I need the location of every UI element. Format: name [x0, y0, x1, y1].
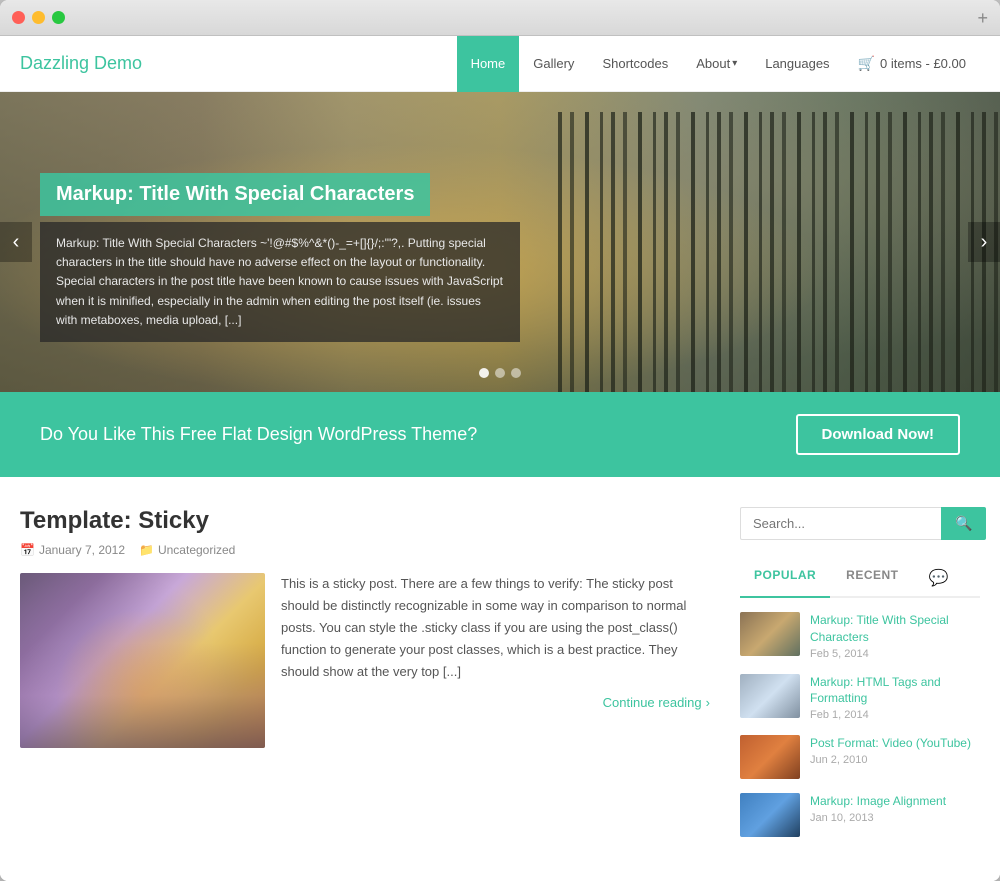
sidebar-popular-item: Post Format: Video (YouTube) Jun 2, 2010: [740, 735, 980, 779]
search-input[interactable]: [740, 507, 941, 540]
search-button[interactable]: 🔍: [941, 507, 986, 540]
browser-dots: [12, 11, 65, 24]
hero-text-box: Markup: Title With Special Characters ~'…: [40, 222, 520, 342]
new-tab-button[interactable]: +: [977, 9, 988, 27]
maximize-button-dot[interactable]: [52, 11, 65, 24]
sidebar-item-date: Feb 1, 2014: [810, 709, 980, 721]
sidebar-tabs: POPULAR RECENT 💬: [740, 560, 980, 598]
cta-banner: Do You Like This Free Flat Design WordPr…: [0, 392, 1000, 477]
slider-dot-1[interactable]: [479, 368, 489, 378]
sidebar-popular-item: Markup: Image Alignment Jan 10, 2013: [740, 793, 980, 837]
sidebar-popular-item: Markup: HTML Tags and Formatting Feb 1, …: [740, 674, 980, 722]
browser-window: + Dazzling Demo Home Gallery Shortcodes …: [0, 0, 1000, 881]
article-thumbnail: [20, 573, 265, 748]
popular-items-list: Markup: Title With Special Characters Fe…: [740, 612, 980, 837]
continue-reading-link[interactable]: Continue reading ›: [603, 695, 710, 710]
minimize-button-dot[interactable]: [32, 11, 45, 24]
sidebar-item-title[interactable]: Markup: HTML Tags and Formatting: [810, 674, 980, 708]
tab-comments[interactable]: 💬: [915, 560, 963, 596]
sidebar-item-date: Jun 2, 2010: [810, 754, 980, 766]
site-logo[interactable]: Dazzling Demo: [20, 53, 457, 74]
sidebar-popular-item: Markup: Title With Special Characters Fe…: [740, 612, 980, 660]
nav-item-gallery[interactable]: Gallery: [519, 36, 588, 92]
article-title: Template: Sticky: [20, 507, 710, 535]
hero-trees-decoration: [550, 112, 1000, 392]
sidebar: 🔍 POPULAR RECENT 💬 Markup: Title With Sp…: [740, 507, 980, 851]
sidebar-item-info: Markup: Title With Special Characters Fe…: [810, 612, 980, 660]
sidebar-item-title[interactable]: Markup: Image Alignment: [810, 793, 980, 810]
calendar-icon: 📅: [20, 543, 35, 557]
search-box: 🔍: [740, 507, 980, 540]
article-body: This is a sticky post. There are a few t…: [20, 573, 710, 748]
sidebar-item-info: Post Format: Video (YouTube) Jun 2, 2010: [810, 735, 980, 766]
hero-slider: Markup: Title With Special Characters Ma…: [0, 92, 1000, 392]
sidebar-item-title[interactable]: Post Format: Video (YouTube): [810, 735, 980, 752]
sidebar-item-title[interactable]: Markup: Title With Special Characters: [810, 612, 980, 646]
browser-titlebar: +: [0, 0, 1000, 36]
article-text: This is a sticky post. There are a few t…: [281, 573, 710, 748]
article-paragraph: This is a sticky post. There are a few t…: [281, 573, 710, 683]
nav-item-about[interactable]: About ▾: [682, 36, 751, 92]
content-left: Template: Sticky 📅 January 7, 2012 📁 Unc…: [20, 507, 710, 851]
cart-icon: 🛒: [858, 55, 875, 72]
site-header: Dazzling Demo Home Gallery Shortcodes Ab…: [0, 36, 1000, 92]
slider-dots: [479, 368, 521, 378]
sidebar-item-thumbnail: [740, 612, 800, 656]
slider-prev-button[interactable]: ‹: [0, 222, 32, 262]
nav-item-languages[interactable]: Languages: [751, 36, 843, 92]
article-category: 📁 Uncategorized: [139, 543, 235, 557]
article-date: 📅 January 7, 2012: [20, 543, 125, 557]
sidebar-item-thumbnail: [740, 793, 800, 837]
cta-text: Do You Like This Free Flat Design WordPr…: [40, 424, 477, 445]
sidebar-item-info: Markup: HTML Tags and Formatting Feb 1, …: [810, 674, 980, 722]
arrow-right-icon: ›: [706, 695, 710, 710]
hero-title-box: Markup: Title With Special Characters: [40, 173, 430, 216]
slider-dot-3[interactable]: [511, 368, 521, 378]
hero-text: Markup: Title With Special Characters ~'…: [56, 234, 504, 330]
cart-label: 0 items - £0.00: [880, 56, 966, 71]
sidebar-item-thumbnail: [740, 674, 800, 718]
sidebar-item-info: Markup: Image Alignment Jan 10, 2013: [810, 793, 980, 824]
download-now-button[interactable]: Download Now!: [796, 414, 961, 455]
slider-dot-2[interactable]: [495, 368, 505, 378]
folder-icon: 📁: [139, 543, 154, 557]
nav-item-home[interactable]: Home: [457, 36, 520, 92]
website-content: Dazzling Demo Home Gallery Shortcodes Ab…: [0, 36, 1000, 881]
hero-title: Markup: Title With Special Characters: [56, 183, 414, 206]
site-nav: Home Gallery Shortcodes About ▾ Language…: [457, 36, 980, 92]
close-button-dot[interactable]: [12, 11, 25, 24]
nav-cart[interactable]: 🛒 0 items - £0.00: [844, 55, 980, 72]
article-meta: 📅 January 7, 2012 📁 Uncategorized: [20, 543, 710, 557]
tab-recent[interactable]: RECENT: [832, 560, 912, 596]
main-content: Template: Sticky 📅 January 7, 2012 📁 Unc…: [0, 477, 1000, 881]
sidebar-item-date: Feb 5, 2014: [810, 648, 980, 660]
tab-popular[interactable]: POPULAR: [740, 560, 830, 598]
hero-content: Markup: Title With Special Characters Ma…: [40, 173, 520, 342]
nav-item-shortcodes[interactable]: Shortcodes: [588, 36, 682, 92]
chevron-down-icon: ▾: [732, 58, 737, 69]
slider-next-button[interactable]: ›: [968, 222, 1000, 262]
sidebar-item-thumbnail: [740, 735, 800, 779]
